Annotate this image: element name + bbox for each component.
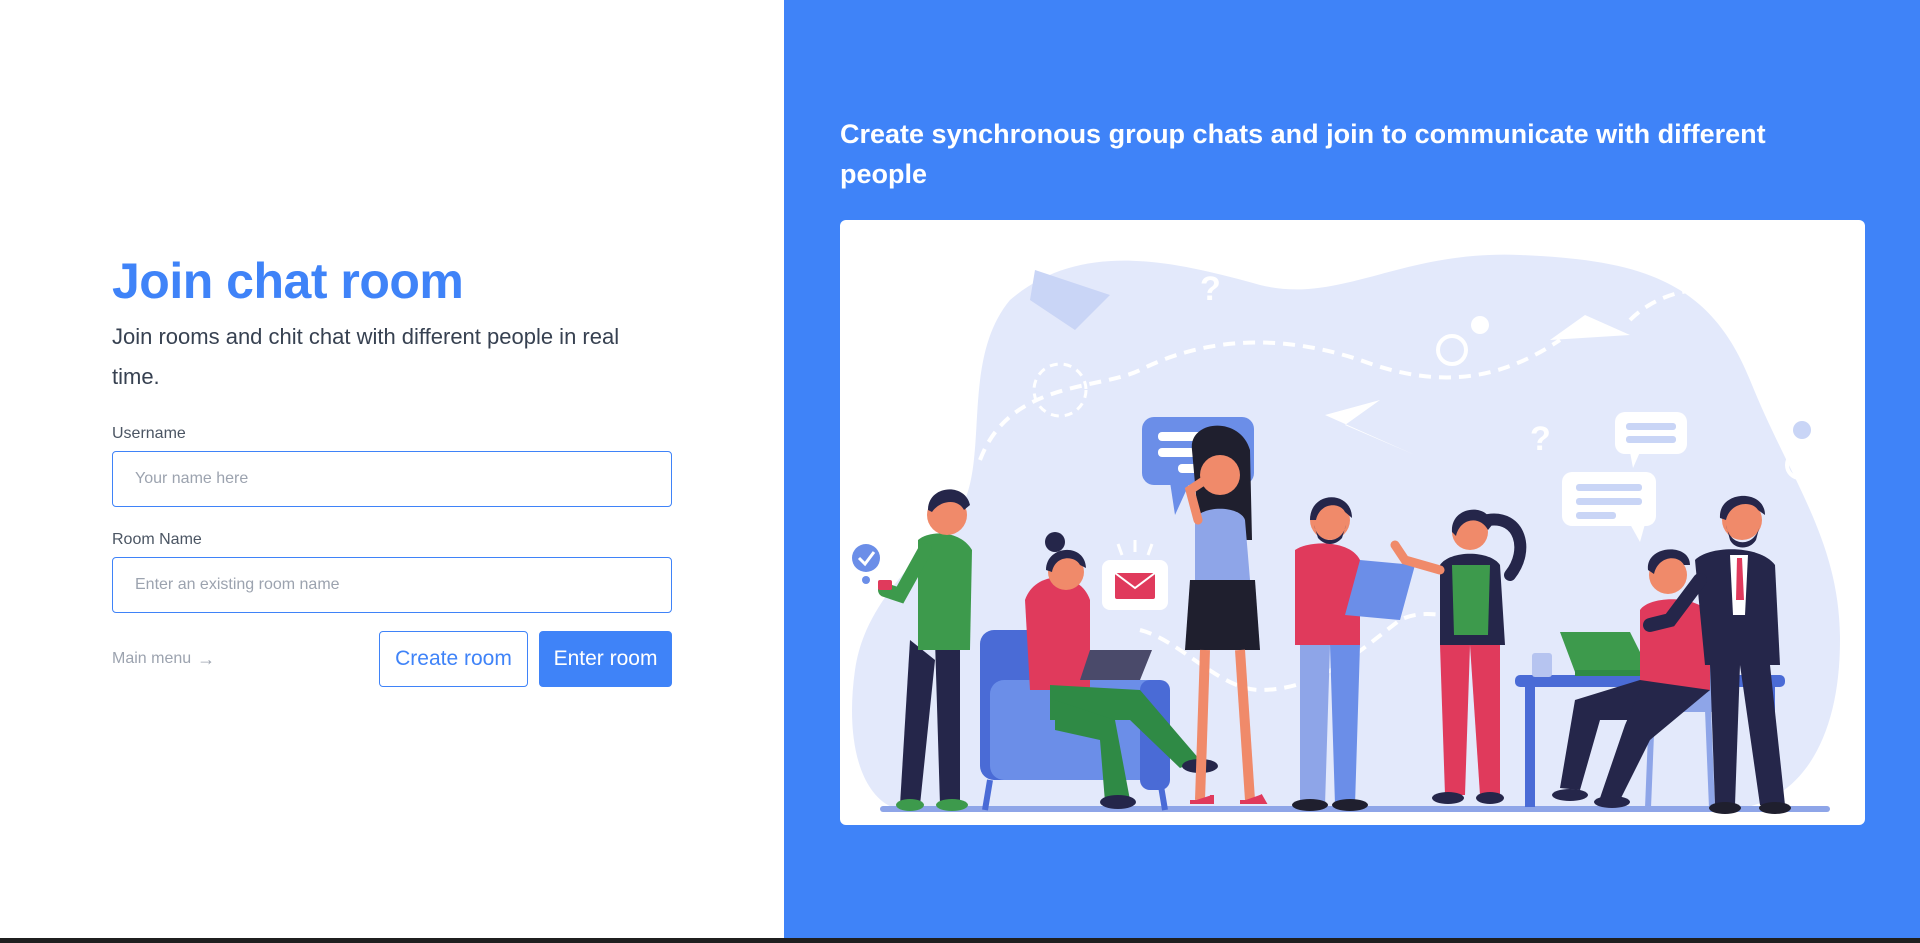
illustration-card: ? ? [840,220,1865,825]
username-input[interactable] [112,451,672,507]
room-name-input[interactable] [112,557,672,613]
question-mark-right: ? [1530,420,1551,458]
circle-filled [1471,316,1489,334]
circle-small-right [1793,421,1811,439]
circle-outline-right [1785,450,1815,480]
form-actions: Main menu → Create room Enter room [112,631,672,687]
page-title: Join chat room [112,253,464,309]
question-mark-left: ? [1200,270,1221,308]
create-room-button[interactable]: Create room [379,631,528,687]
arrow-right-icon: → [197,649,216,669]
bottom-border [0,938,1920,943]
group-chat-illustration: ? ? [852,254,1840,814]
left-pane: Join chat room Join rooms and chit chat … [0,0,784,938]
main-menu-link[interactable]: Main menu → [112,650,215,668]
main-menu-label: Main menu [112,650,192,667]
username-label: Username [112,425,186,442]
hero-heading: Create synchronous group chats and join … [840,119,1766,189]
check-badge [852,544,880,584]
join-room-form: Join chat room Join rooms and chit chat … [112,254,672,687]
room-name-label: Room Name [112,531,202,548]
page-subtitle: Join rooms and chit chat with different … [112,324,620,389]
enter-room-button[interactable]: Enter room [539,631,672,687]
